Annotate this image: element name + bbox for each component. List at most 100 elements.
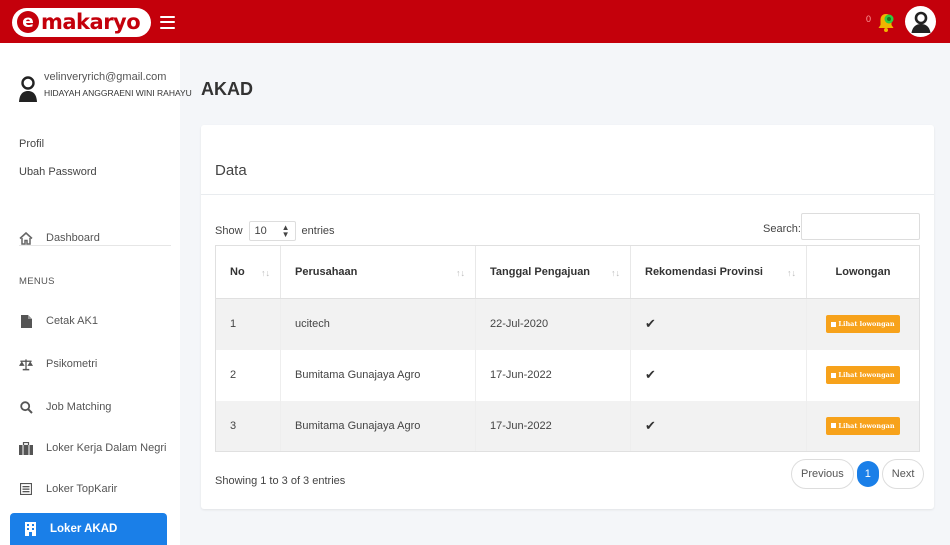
column-label: Lowongan [835,266,891,278]
button-label: Lihat lowongan [838,421,895,430]
cell-lowongan: Lihat lowongan [806,400,920,452]
sidebar-item-psikometri[interactable]: Psikometri [19,357,97,371]
cell-tanggal: 17-Jun-2022 [475,349,631,401]
table-row: 1 ucitech 22-Jul-2020 ✔ Lihat lowongan [215,298,920,350]
cell-perusahaan: Bumitama Gunajaya Agro [280,400,476,452]
search-input[interactable] [801,213,920,240]
sidebar-item-loker-akad[interactable]: Loker AKAD [10,513,167,545]
sort-icon: ↑↓ [456,268,465,278]
check-icon: ✔ [645,367,656,382]
lihat-lowongan-button[interactable]: Lihat lowongan [826,315,900,334]
list-icon [831,372,837,378]
table-info: Showing 1 to 3 of 3 entries [215,475,346,487]
check-icon: ✔ [645,316,656,332]
sidebar-item-cetak-ak1[interactable]: Cetak AK1 [19,314,98,328]
search-icon [19,400,33,414]
page-length-control: Show 10 ▲ ▼ entries [215,221,335,241]
page-length-value: 10 [254,225,267,237]
sidebar-item-label: Cetak AK1 [46,315,98,327]
logo-e-mark: e [17,11,39,33]
table-header-row: No ↑↓ Perusahaan ↑↓ Tanggal Pengajuan ↑↓ Re… [215,245,920,299]
list-icon [19,482,33,496]
sidebar-item-loker-topkarir[interactable]: Loker TopKarir [19,482,117,496]
list-icon [831,423,837,429]
makaryo-logo[interactable]: e makaryo [12,6,176,38]
button-label: Lihat lowongan [838,320,895,329]
briefcase-icon [19,441,33,455]
user-avatar-icon [19,76,37,102]
cell-rekomendasi: ✔ [630,298,807,350]
sort-icon: ↑↓ [787,268,796,278]
user-info: velinveryrich@gmail.com HIDAYAH ANGGRAEN… [18,71,200,103]
building-icon [23,522,37,536]
check-icon: ✔ [645,417,656,433]
column-header-tanggal-pengajuan[interactable]: Tanggal Pengajuan ↑↓ [475,245,631,299]
column-header-rekomendasi-provinsi[interactable]: Rekomendasi Provinsi ↑↓ [630,245,807,299]
logo-pill: e makaryo [12,7,152,37]
user-name: HIDAYAH ANGGRAENI WINI RAHAYU [44,88,192,98]
card-title: Data [215,162,247,179]
page-title: AKAD [201,79,253,99]
cell-no: 3 [215,400,281,452]
lihat-lowongan-button[interactable]: Lihat lowongan [826,366,900,384]
card-divider [201,194,934,195]
sidebar-item-dashboard[interactable]: Dashboard [19,231,100,245]
column-label: Perusahaan [295,266,358,278]
cell-tanggal: 22-Jul-2020 [475,298,631,350]
entries-label: entries [301,225,335,237]
cell-no: 2 [215,349,281,401]
show-label: Show [215,225,243,237]
sidebar-item-label: Dashboard [46,232,100,244]
previous-button[interactable]: Previous [791,459,854,489]
cell-lowongan: Lihat lowongan [806,349,920,401]
top-navbar: e makaryo 0 [0,0,950,43]
column-label: Tanggal Pengajuan [490,266,591,278]
list-icon [831,321,837,327]
home-icon [19,231,33,245]
logo-text: makaryo [41,10,141,34]
next-button[interactable]: Next [881,459,925,489]
select-arrows-icon: ▲ ▼ [281,223,290,239]
sidebar-item-loker-kerja-dalam-negri[interactable]: Loker Kerja Dalam Negri [19,441,166,455]
page-length-select[interactable]: 10 ▲ ▼ [248,221,296,241]
sort-icon: ↑↓ [261,268,270,278]
sort-icon: ↑↓ [611,268,620,278]
column-header-no[interactable]: No ↑↓ [215,245,281,299]
user-avatar-icon[interactable] [905,6,936,37]
sidebar-divider [19,245,171,246]
sidebar-item-label: Psikometri [46,358,98,370]
balance-scale-icon [19,357,33,371]
data-card: Data Show 10 ▲ ▼ entries Search: No ↑↓ Per… [201,125,934,509]
table-row: 3 Bumitama Gunajaya Agro 17-Jun-2022 ✔ L… [215,400,920,452]
sidebar: velinveryrich@gmail.com HIDAYAH ANGGRAEN… [0,43,192,545]
cell-tanggal: 17-Jun-2022 [475,400,631,452]
menus-heading: MENUS [19,276,55,287]
sidebar-item-label: Job Matching [46,401,112,413]
button-label: Lihat lowongan [838,371,895,379]
profil-link[interactable]: Profil [19,138,44,150]
ubah-password-link[interactable]: Ubah Password [19,166,97,178]
bell-icon[interactable] [876,11,896,33]
notification-count: 0 [866,14,872,24]
column-header-lowongan: Lowongan [806,245,920,299]
data-table: No ↑↓ Perusahaan ↑↓ Tanggal Pengajuan ↑↓ Re… [215,245,920,452]
sidebar-item-label: Loker Kerja Dalam Negri [46,442,167,454]
user-email: velinveryrich@gmail.com [44,71,167,83]
pagination: Previous 1 Next [791,459,925,489]
sidebar-item-label: Loker AKAD [50,523,118,535]
file-icon [19,314,33,328]
column-label: No [230,266,245,278]
cell-rekomendasi: ✔ [630,349,807,401]
cell-no: 1 [215,298,281,350]
page-1-button[interactable]: 1 [856,461,879,487]
lihat-lowongan-button[interactable]: Lihat lowongan [826,416,900,435]
column-header-perusahaan[interactable]: Perusahaan ↑↓ [280,245,476,299]
cell-perusahaan: ucitech [280,298,476,350]
sidebar-item-job-matching[interactable]: Job Matching [19,400,111,414]
cell-rekomendasi: ✔ [630,400,807,452]
hamburger-menu-icon[interactable] [160,15,176,29]
table-row: 2 Bumitama Gunajaya Agro 17-Jun-2022 ✔ L… [215,349,920,401]
search-label: Search: [763,223,801,235]
cell-lowongan: Lihat lowongan [806,298,920,350]
sidebar-item-label: Loker TopKarir [46,483,118,495]
